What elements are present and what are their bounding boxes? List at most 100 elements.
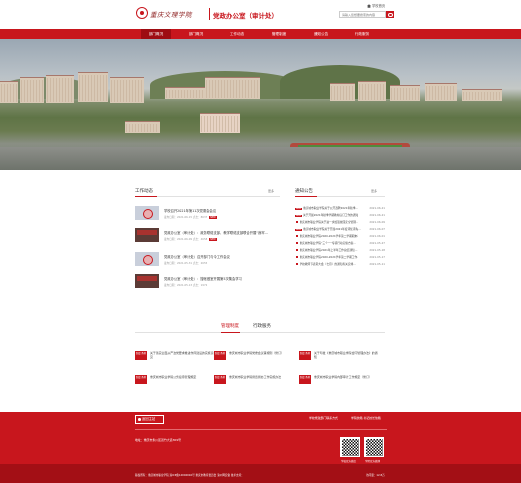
tab-admin-services[interactable]: 行政服务 — [253, 323, 271, 329]
notice-title[interactable]: 重庆城市职业学院2020-2021学年第二学期工作… — [300, 255, 358, 259]
notice-date: 2021-06-21 — [369, 213, 385, 217]
rule-item[interactable]: 制度 条例 重庆城市职业学院公务接待管理规定 — [135, 373, 215, 387]
footer-link-contacts[interactable]: 学校党政部门联系方式 — [309, 416, 338, 420]
notice-date: 2021-06-21 — [369, 206, 385, 210]
nav-item-2[interactable]: 部门概况 — [181, 29, 211, 39]
news-title[interactable]: 党政办公室（审计处）：政务联络支部、教学联络支部联合开展“我牢… — [164, 230, 268, 235]
news-item[interactable]: 党政办公室（审计处）：政务联络支部、教学联络支部联合开展“我牢… 发布日期：20… — [135, 228, 280, 243]
back-to-main-site-button[interactable]: 返回主站 — [135, 415, 164, 424]
notice-title[interactable]: 学校教师节表彰大会（七月）的通知有关安排… — [300, 262, 358, 266]
notice-title[interactable]: 重庆城市职业学院关于开展2021年度评优评先… — [303, 227, 361, 231]
search-input[interactable] — [339, 11, 386, 18]
news-meta: 发布日期：2021-05-13 点击：1972 — [164, 284, 208, 287]
home-link-label: 学校首页 — [372, 4, 386, 8]
notice-date: 2021-05-11 — [369, 262, 385, 266]
building — [200, 113, 240, 133]
bullet-icon — [296, 221, 298, 223]
school-emblem-icon[interactable] — [136, 7, 148, 19]
notices-divider — [295, 196, 385, 197]
rule-title[interactable]: 重庆城市职业学院公务接待管理规定 — [150, 375, 215, 379]
campus-banner-image[interactable] — [0, 39, 521, 170]
news-thumbnail[interactable] — [135, 228, 159, 242]
notices-more-link[interactable]: 更多 — [371, 189, 377, 193]
building — [425, 83, 457, 101]
news-title[interactable]: 党政办公室（审计处）：搜帐做室开展第5次集会学习 — [164, 276, 242, 281]
news-title[interactable]: 党政办公室（审计处）召开部门与今工作会议 — [164, 254, 230, 259]
news-title[interactable]: 学校召开2021年第11次党委会会议 — [164, 208, 216, 213]
rule-badge: 制度 条例 — [135, 351, 147, 360]
rule-item[interactable]: 制度 条例 关于落实全面从严治党要求推进作风建设的实施意见 — [135, 349, 215, 363]
news-item[interactable]: 党政办公室（审计处）召开部门与今工作会议 发布日期：2021-05-31 点击：… — [135, 252, 280, 267]
building — [110, 77, 144, 103]
nav-item-5[interactable]: 通知公告 — [306, 29, 336, 39]
work-news-title[interactable]: 工作动态 — [135, 188, 153, 194]
rule-item[interactable]: 制度 条例 重庆城市职业学院内部审计工作规定（修订） — [299, 373, 379, 387]
notice-title[interactable]: 重庆城市职业学院2021年上半年工作总结通知… — [300, 248, 358, 252]
work-news-more-link[interactable]: 更多 — [268, 189, 274, 193]
notice-title[interactable]: 关于开展2021年秋季学期教材征订工作的通知 — [303, 213, 361, 217]
notice-date: 2021-05-18 — [369, 248, 385, 252]
notice-title[interactable]: 重庆城市职业学院2020-2021学年第二学期期末考试… — [300, 234, 358, 238]
site-header: 重庆文理学院 党政办公室（审计处） 学校首页 — [0, 0, 521, 29]
nav-item-6[interactable]: 行政服务 — [347, 29, 377, 39]
building — [358, 81, 386, 101]
building — [165, 87, 205, 99]
news-item[interactable]: 党政办公室（审计处）：搜帐做室开展第5次集会学习 发布日期：2021-05-13… — [135, 274, 280, 289]
footer-bottom-bar — [0, 464, 521, 483]
notice-title[interactable]: 重庆城市职业学院关于进一步加强校园安全管理… — [300, 220, 358, 224]
building — [78, 72, 108, 102]
notice-date: 2021-06-09 — [369, 220, 385, 224]
new-badge: NEW — [295, 229, 302, 231]
footer-address: 地址：重庆市永川区双竹大道309号 — [135, 438, 181, 442]
rule-badge: 制度 条例 — [299, 375, 311, 384]
news-thumbnail[interactable] — [135, 274, 159, 288]
home-link[interactable]: 学校首页 — [367, 3, 385, 8]
footer-copyright: 版权所有：重庆城市职业学院 渝ICP备12002016号 重庆市教育委员会 渝公… — [135, 474, 244, 477]
building — [390, 85, 420, 101]
main-nav: 部门概况 部门概况 工作动态 管理制度 通知公告 行政服务 — [0, 29, 521, 39]
notice-item[interactable]: 学校教师节表彰大会（七月）的通知有关安排… 2021-05-11 — [295, 262, 385, 270]
rule-title[interactable]: 关于印发《重庆城市职业学院合同管理办法》的通知 — [314, 351, 379, 359]
notices-title[interactable]: 通知公告 — [295, 188, 313, 194]
nav-item-4[interactable]: 管理制度 — [264, 29, 294, 39]
rule-title[interactable]: 重庆城市职业学院督查督办工作实施办法 — [229, 375, 294, 379]
rule-title[interactable]: 重庆城市职业学院党委会议事规则（修订） — [229, 351, 294, 355]
rule-badge: 制度 条例 — [299, 351, 311, 360]
rule-badge: 制度 条例 — [214, 351, 226, 360]
active-tab-indicator — [221, 332, 240, 333]
building — [205, 77, 260, 99]
rule-item[interactable]: 制度 条例 重庆城市职业学院党委会议事规则（修订） — [214, 349, 294, 363]
notice-title[interactable]: 重庆城市职业学院“三个一”专项行动实施方案… — [300, 241, 358, 245]
rule-item[interactable]: 制度 条例 关于印发《重庆城市职业学院合同管理办法》的通知 — [299, 349, 379, 363]
rule-title[interactable]: 重庆城市职业学院内部审计工作规定（修订） — [314, 375, 379, 379]
footer-divider — [135, 429, 387, 430]
rule-title[interactable]: 关于落实全面从严治党要求推进作风建设的实施意见 — [150, 351, 215, 359]
qr-label-weibo: 学院官方微博 — [365, 460, 381, 463]
news-thumbnail[interactable] — [135, 206, 159, 220]
footer-link-mailbox[interactable]: 学院信箱 书记校长信箱 — [351, 416, 381, 420]
school-logo-text[interactable]: 重庆文理学院 — [150, 9, 192, 19]
wechat-qr-code — [340, 437, 360, 457]
news-thumbnail[interactable] — [135, 252, 159, 266]
bullet-icon — [296, 263, 298, 265]
bullet-icon — [296, 242, 298, 244]
rule-item[interactable]: 制度 条例 重庆城市职业学院督查督办工作实施办法 — [214, 373, 294, 387]
rule-badge: 制度 条例 — [135, 375, 147, 384]
search-button[interactable] — [386, 11, 394, 18]
rule-badge: 制度 条例 — [214, 375, 226, 384]
nav-item-3[interactable]: 工作动态 — [222, 29, 252, 39]
tab-management-rules[interactable]: 管理制度 — [221, 323, 239, 329]
notice-title[interactable]: 重庆城市职业学院关于公开选聘2021年秋季… — [303, 206, 361, 210]
news-item[interactable]: 学校召开2021年第11次党委会会议 发布日期：2021-06-15 点击：86… — [135, 206, 280, 221]
building — [20, 77, 44, 103]
office-title[interactable]: 党政办公室（审计处） — [213, 10, 278, 20]
new-badge: NEW — [295, 208, 302, 210]
nav-item-1[interactable]: 部门概况 — [141, 29, 171, 39]
building — [462, 89, 502, 101]
news-meta: 发布日期：2021-05-31 点击：2655 — [164, 262, 208, 265]
notice-date: 2021-06-01 — [369, 234, 385, 238]
new-badge: NEW — [209, 238, 217, 241]
building — [125, 121, 160, 133]
footer-visit-count: 访问量：12.8万 — [366, 474, 385, 477]
logo-divider — [209, 8, 210, 20]
